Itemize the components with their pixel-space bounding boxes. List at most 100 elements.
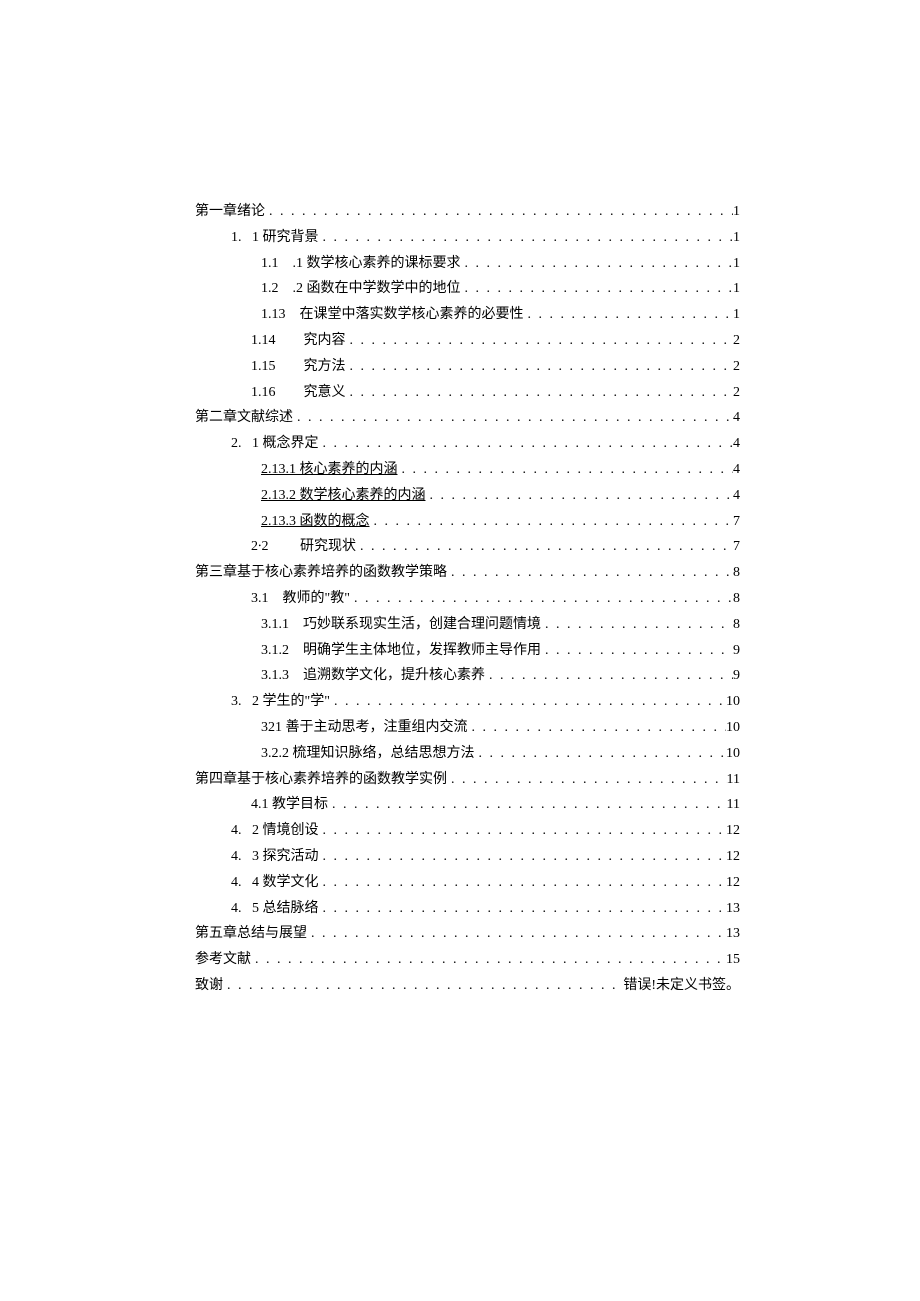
toc-entry-page: 2: [733, 355, 740, 379]
toc-entry-page: 12: [726, 819, 740, 843]
toc-entry-label: 致谢: [195, 974, 223, 998]
toc-entry-label: 1.2 .2 函数在中学数学中的地位: [261, 277, 461, 301]
toc-entry-label: 1. 1 研究背景: [231, 226, 319, 250]
toc-entry-page: 4: [733, 484, 740, 508]
toc-entry-page: 11: [727, 793, 740, 817]
toc-entry-page: 8: [733, 561, 740, 585]
toc-entry: 3.1.2 明确学生主体地位，发挥教师主导作用9: [195, 639, 740, 663]
toc-entry: 2∙2 研究现状 7: [195, 535, 740, 559]
toc-leader-dots: [319, 871, 727, 895]
toc-entry-label: 2. 1 概念界定: [231, 432, 319, 456]
toc-leader-dots: [485, 664, 733, 688]
toc-entry: 3.2.2 梳理知识脉络，总结思想方法 10: [195, 742, 740, 766]
toc-leader-dots: [350, 587, 733, 611]
toc-leader-dots: [319, 226, 734, 250]
toc-entry-page: 11: [727, 768, 740, 792]
toc-entry: 1.2 .2 函数在中学数学中的地位 1: [195, 277, 740, 301]
toc-entry: 1.1 .1 数学核心素养的课标要求1: [195, 252, 740, 276]
toc-entry-page: 10: [726, 716, 740, 740]
toc-entry: 第三章基于核心素养培养的函数教学策略8: [195, 561, 740, 585]
toc-leader-dots: [475, 742, 727, 766]
toc-entry: 4. 5 总结脉络 13: [195, 897, 740, 921]
toc-entry-label: 321 善于主动思考，注重组内交流: [261, 716, 468, 740]
toc-entry: 3. 2 学生的"学"10: [195, 690, 740, 714]
toc-entry-page: 12: [726, 871, 740, 895]
toc-leader-dots: [461, 277, 734, 301]
toc-entry: 致谢 错误!未定义书签。: [195, 974, 740, 998]
toc-entry-page: 10: [726, 742, 740, 766]
toc-entry-label: 第二章文献综述: [195, 406, 293, 430]
toc-entry: 1.14 究内容 2: [195, 329, 740, 353]
toc-entry: 第五章总结与展望 13: [195, 922, 740, 946]
toc-leader-dots: [330, 690, 726, 714]
toc-entry-label: 2.13.2 数学核心素养的内涵: [261, 484, 426, 508]
toc-entry-label: 4.1 教学目标: [251, 793, 328, 817]
toc-leader-dots: [370, 510, 734, 534]
toc-entry-page: 错误!未定义书签。: [623, 974, 740, 998]
toc-entry: 1. 1 研究背景 1: [195, 226, 740, 250]
toc-entry: 第一章绪论1: [195, 200, 740, 224]
toc-entry: 3.1.3 追溯数学文化，提升核心素养 9: [195, 664, 740, 688]
toc-leader-dots: [447, 561, 733, 585]
toc-entry-label: 1.1 .1 数学核心素养的课标要求: [261, 252, 461, 276]
toc-entry-label: 4. 3 探究活动: [231, 845, 319, 869]
toc-entry-page: 1: [733, 277, 740, 301]
toc-leader-dots: [319, 845, 727, 869]
toc-entry: 321 善于主动思考，注重组内交流 10: [195, 716, 740, 740]
toc-entry-page: 1: [733, 200, 740, 224]
toc-leader-dots: [328, 793, 727, 817]
toc-entry-page: 8: [733, 613, 740, 637]
toc-entry-label: 1.16 究意义: [251, 381, 346, 405]
toc-entry: 4.1 教学目标 11: [195, 793, 740, 817]
toc-entry: 2.13.1 核心素养的内涵4: [195, 458, 740, 482]
toc-entry-label: 1.14 究内容: [251, 329, 346, 353]
toc-leader-dots: [461, 252, 734, 276]
toc-leader-dots: [319, 432, 734, 456]
toc-entry: 第二章文献综述4: [195, 406, 740, 430]
toc-leader-dots: [541, 639, 733, 663]
toc-leader-dots: [346, 381, 734, 405]
toc-entry-label: 3.1.2 明确学生主体地位，发挥教师主导作用: [261, 639, 541, 663]
toc-leader-dots: [223, 974, 623, 998]
toc-leader-dots: [319, 897, 727, 921]
toc-entry-page: 7: [733, 535, 740, 559]
toc-entry-page: 7: [733, 510, 740, 534]
toc-entry-page: 2: [733, 381, 740, 405]
toc-entry: 2.13.3 函数的概念7: [195, 510, 740, 534]
toc-entry-label: 2.13.1 核心素养的内涵: [261, 458, 398, 482]
toc-leader-dots: [447, 768, 727, 792]
toc-entry: 2. 1 概念界定 4: [195, 432, 740, 456]
toc-entry-label: 3.1.1 巧妙联系现实生活，创建合理问题情境: [261, 613, 541, 637]
toc-entry-page: 1: [733, 226, 740, 250]
toc-leader-dots: [307, 922, 726, 946]
toc-entry-page: 1: [733, 303, 740, 327]
toc-entry-page: 8: [733, 587, 740, 611]
table-of-contents: 第一章绪论11. 1 研究背景11.1 .1 数学核心素养的课标要求11.2 .…: [195, 200, 740, 998]
toc-entry-label: 第五章总结与展望: [195, 922, 307, 946]
toc-entry-label: 2∙2 研究现状: [251, 535, 356, 559]
toc-entry: 参考文献 15: [195, 948, 740, 972]
toc-entry-page: 15: [726, 948, 740, 972]
toc-entry-label: 3.1.3 追溯数学文化，提升核心素养: [261, 664, 485, 688]
toc-leader-dots: [541, 613, 733, 637]
toc-entry: 1.16 究意义 2: [195, 381, 740, 405]
toc-entry: 1.13 在课堂中落实数学核心素养的必要性1: [195, 303, 740, 327]
toc-entry: 2.13.2 数学核心素养的内涵 4: [195, 484, 740, 508]
toc-entry-page: 13: [726, 922, 740, 946]
toc-entry-page: 12: [726, 845, 740, 869]
toc-leader-dots: [319, 819, 727, 843]
toc-entry-label: 参考文献: [195, 948, 251, 972]
toc-entry-label: 4. 5 总结脉络: [231, 897, 319, 921]
toc-entry-page: 2: [733, 329, 740, 353]
toc-entry: 第四章基于核心素养培养的函数教学实例11: [195, 768, 740, 792]
toc-entry-label: 4. 4 数学文化: [231, 871, 319, 895]
toc-entry-label: 3.1 教师的"教": [251, 587, 350, 611]
toc-entry-page: 4: [733, 432, 740, 456]
toc-entry: 3.1.1 巧妙联系现实生活，创建合理问题情境 8: [195, 613, 740, 637]
toc-entry-label: 1.15 究方法: [251, 355, 346, 379]
toc-leader-dots: [426, 484, 734, 508]
toc-entry-page: 13: [726, 897, 740, 921]
toc-entry: 4. 4 数学文化 12: [195, 871, 740, 895]
toc-entry-page: 9: [733, 664, 740, 688]
toc-entry-label: 3.2.2 梳理知识脉络，总结思想方法: [261, 742, 475, 766]
